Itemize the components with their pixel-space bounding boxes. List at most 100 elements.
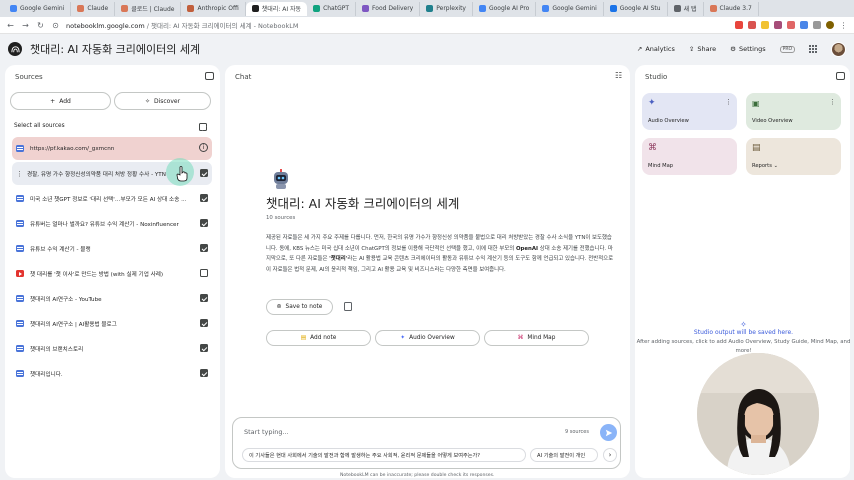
source-checkbox[interactable] (200, 219, 208, 227)
chat-notebook-title: 챗대리: AI 자동화 크리에이터의 세계 (266, 196, 460, 211)
audio-overview-card[interactable]: ✦ ⋮ Audio Overview (642, 93, 737, 130)
source-item[interactable]: 챗 대리를 '챗 이사'로 만드는 방법 (with 실제 기업 사례) (12, 262, 212, 285)
chevron-right-icon[interactable]: › (603, 448, 617, 462)
add-source-button[interactable]: + Add (10, 92, 111, 110)
sparkle-icon: ✦ (400, 335, 406, 341)
chat-input-box[interactable]: Start typing... 9 sources 이 기사들은 현대 사회에서… (232, 417, 621, 469)
browser-tab[interactable]: 클로드 | Claude (115, 1, 182, 16)
source-item[interactable]: 챗대리의 AI연구소 | AI활용법 블로그 (12, 312, 212, 335)
extension-icon[interactable] (774, 21, 782, 29)
back-icon[interactable]: ← (6, 21, 15, 30)
extension-icon[interactable] (748, 21, 756, 29)
send-icon (605, 429, 612, 436)
browser-tab[interactable]: 챗대리: AI 자동 (245, 1, 308, 16)
sparkle-icon: ✦ (648, 98, 656, 108)
analytics-button[interactable]: ↗ Analytics (637, 45, 675, 53)
studio-empty-subtitle: After adding sources, click to add Audio… (636, 339, 851, 354)
notebook-title[interactable]: 챗대리: AI 자동화 크리에이터의 세계 (30, 41, 200, 57)
reports-card[interactable]: ▤ Reports ⌄ (746, 138, 841, 175)
presenter-video (697, 353, 819, 475)
tab-favicon-icon (709, 5, 717, 12)
browser-tab[interactable]: 새 탭 (668, 1, 704, 16)
source-item[interactable]: 챗대리의 AI연구소 - YouTube (12, 287, 212, 310)
browser-tab[interactable]: Google AI Pro (473, 1, 537, 16)
web-source-icon (16, 345, 24, 352)
source-item[interactable]: https://pf.kakao.com/_gxmcnn i (12, 137, 212, 160)
source-checkbox[interactable] (200, 344, 208, 352)
browser-tab[interactable]: ChatGPT (307, 1, 357, 16)
more-options-icon[interactable]: ⋮ (829, 99, 836, 106)
extension-icon[interactable] (735, 21, 743, 29)
url-field[interactable]: notebooklm.google.com / 챗대리: AI 자동화 크리에이… (66, 20, 298, 30)
copy-icon[interactable] (344, 302, 352, 311)
info-icon[interactable]: i (199, 143, 208, 152)
source-checkbox[interactable] (200, 194, 208, 202)
suggested-question[interactable]: AI 기술의 발전이 개인 (530, 448, 598, 462)
browser-tab[interactable]: Claude (71, 1, 116, 16)
browser-tab[interactable]: Google Gemini (4, 1, 72, 16)
disclaimer-text: NotebookLM can be inaccurate; please dou… (340, 473, 495, 478)
suggested-question[interactable]: 이 기사들은 현대 사회에서 기술의 발전과 함께 발생하는 주요 사회적, 윤… (242, 448, 526, 462)
avatar[interactable] (831, 41, 846, 57)
site-info-icon[interactable]: ⊙ (51, 21, 60, 30)
select-all-checkbox[interactable] (199, 123, 207, 131)
mind-map-card[interactable]: ⌘ Mind Map (642, 138, 737, 175)
puzzle-icon[interactable] (813, 21, 821, 29)
studio-panel-title: Studio (645, 73, 668, 81)
notebooklm-logo-icon[interactable] (8, 42, 22, 56)
tab-favicon-icon (426, 5, 434, 12)
extension-icon[interactable] (761, 21, 769, 29)
share-button[interactable]: ⇪ Share (689, 45, 716, 53)
hand-cursor-icon (176, 166, 188, 182)
tab-label: Food Delivery (372, 5, 414, 12)
extension-icon[interactable] (800, 21, 808, 29)
browser-menu-icon[interactable]: ⋮ (839, 21, 848, 30)
reports-icon: ▤ (752, 143, 761, 153)
browser-tab[interactable]: Google AI Stu (604, 1, 668, 16)
browser-tab[interactable]: Google Gemini (536, 1, 604, 16)
web-source-icon (16, 220, 24, 227)
source-item[interactable]: 챗대리입니다. (12, 362, 212, 385)
chat-input-field[interactable]: Start typing... (244, 428, 289, 436)
collapse-panel-icon[interactable] (205, 72, 214, 80)
chat-settings-icon[interactable]: ☷ (615, 71, 622, 80)
apps-grid-icon[interactable] (809, 45, 817, 53)
profile-icon[interactable] (826, 21, 834, 29)
discover-icon: ✧ (144, 97, 150, 105)
studio-empty-state: ✧ Studio output will be saved here. Afte… (636, 320, 851, 356)
more-options-icon[interactable]: ⋮ (725, 99, 732, 106)
forward-icon[interactable]: → (21, 21, 30, 30)
audio-overview-button[interactable]: ✦ Audio Overview (375, 330, 480, 346)
tab-favicon-icon (251, 5, 259, 12)
browser-tab[interactable]: Anthropic Offi (181, 1, 246, 16)
add-note-button[interactable]: ▤ Add note (266, 330, 371, 346)
tab-favicon-icon (313, 5, 321, 12)
source-item[interactable]: 유튜버는 얼마나 벌까요? 유튜브 수익 계산기 - Noxinfluencer (12, 212, 212, 235)
input-source-count: 9 sources (565, 429, 589, 435)
source-checkbox[interactable] (200, 169, 208, 177)
extension-icon[interactable] (787, 21, 795, 29)
extensions-area: ⋮ (735, 21, 848, 30)
settings-button[interactable]: ⚙ Settings (730, 45, 766, 53)
more-options-icon[interactable]: ⋮ (16, 170, 23, 178)
source-checkbox[interactable] (200, 244, 208, 252)
source-item[interactable]: 유튜브 수익 계산기 - 블랭 (12, 237, 212, 260)
discover-button[interactable]: ✧ Discover (114, 92, 211, 110)
browser-tab[interactable]: Food Delivery (356, 1, 421, 16)
send-button[interactable] (600, 424, 617, 441)
source-checkbox[interactable] (200, 319, 208, 327)
source-checkbox[interactable] (200, 294, 208, 302)
tab-label: Google AI Pro (488, 5, 530, 12)
source-checkbox[interactable] (200, 269, 208, 277)
video-overview-card[interactable]: ▣ ⋮ Video Overview (746, 93, 841, 130)
browser-tab[interactable]: Claude 3.7 (704, 1, 759, 16)
source-checkbox[interactable] (200, 369, 208, 377)
collapse-panel-icon[interactable] (836, 72, 845, 80)
source-item[interactable]: 미국 소년 챗GPT 정보로 '대리 선택'…부모가 모든 AI 상대 소송 .… (12, 187, 212, 210)
source-item[interactable]: 챗대리의 브랜치스토리 (12, 337, 212, 360)
tab-label: Anthropic Offi (197, 5, 239, 12)
reload-icon[interactable]: ↻ (36, 21, 45, 30)
save-to-note-button[interactable]: ⊚ Save to note (266, 299, 333, 315)
browser-tab[interactable]: Perplexity (420, 1, 473, 16)
mind-map-button[interactable]: ⌘ Mind Map (484, 330, 589, 346)
